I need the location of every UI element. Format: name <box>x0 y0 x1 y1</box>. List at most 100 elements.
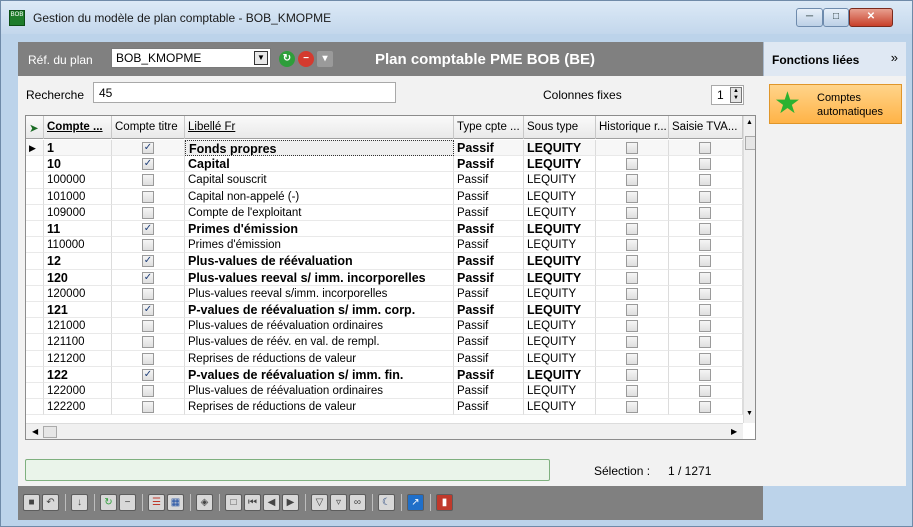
sous-type-cell[interactable]: LEQUITY <box>524 188 596 205</box>
historique-checkbox[interactable] <box>626 158 638 171</box>
accounts-grid[interactable]: ➤ Compte ... Compte titre Libellé Fr Typ… <box>25 115 756 440</box>
type-cell[interactable]: Passif <box>454 318 524 335</box>
sous-type-cell[interactable]: LEQUITY <box>524 302 596 319</box>
historique-checkbox[interactable] <box>626 336 638 349</box>
type-cell[interactable]: Passif <box>454 350 524 367</box>
historique-cell[interactable] <box>596 399 669 416</box>
saisie-tva-cell[interactable] <box>669 156 743 173</box>
compte-cell[interactable]: 122 <box>44 366 112 383</box>
compte-titre-checkbox[interactable] <box>142 352 154 365</box>
type-cell[interactable]: Passif <box>454 269 524 286</box>
type-cell[interactable]: Passif <box>454 285 524 302</box>
compte-cell[interactable]: 122200 <box>44 399 112 416</box>
title-bar[interactable]: BOB Gestion du modèle de plan comptable … <box>1 1 912 34</box>
historique-checkbox[interactable] <box>626 142 638 154</box>
historique-checkbox[interactable] <box>626 223 638 235</box>
historique-cell[interactable] <box>596 156 669 173</box>
type-cell[interactable]: Passif <box>454 366 524 383</box>
next-record-icon[interactable]: ▶ <box>282 494 299 511</box>
scroll-left-icon[interactable]: ◀ <box>32 427 38 436</box>
header-libelle[interactable]: Libellé Fr <box>185 116 454 139</box>
historique-cell[interactable] <box>596 285 669 302</box>
libelle-cell[interactable]: Plus-values de réévaluation <box>185 253 454 270</box>
saisie-tva-checkbox[interactable] <box>699 190 711 203</box>
sous-type-cell[interactable]: LEQUITY <box>524 318 596 335</box>
compte-cell[interactable]: 109000 <box>44 204 112 221</box>
saisie-tva-cell[interactable] <box>669 172 743 189</box>
historique-checkbox[interactable] <box>626 206 638 219</box>
historique-cell[interactable] <box>596 237 669 254</box>
saisie-tva-checkbox[interactable] <box>699 239 711 252</box>
compte-titre-checkbox[interactable]: ✓ <box>142 368 154 381</box>
saisie-tva-checkbox[interactable] <box>699 336 711 349</box>
compte-cell[interactable]: 101000 <box>44 188 112 205</box>
historique-cell[interactable] <box>596 188 669 205</box>
compte-titre-cell[interactable]: ✓ <box>112 156 185 173</box>
sous-type-cell[interactable]: LEQUITY <box>524 269 596 286</box>
compte-titre-cell[interactable]: ✓ <box>112 366 185 383</box>
compte-cell[interactable]: 110000 <box>44 237 112 254</box>
type-cell[interactable]: Passif <box>454 172 524 189</box>
saisie-tva-cell[interactable] <box>669 221 743 238</box>
compte-titre-cell[interactable]: ✓ <box>112 269 185 286</box>
saisie-tva-cell[interactable] <box>669 285 743 302</box>
compte-titre-cell[interactable] <box>112 399 185 416</box>
saisie-tva-checkbox[interactable] <box>699 320 711 333</box>
historique-checkbox[interactable] <box>626 385 638 397</box>
historique-checkbox[interactable] <box>626 368 638 381</box>
historique-cell[interactable] <box>596 318 669 335</box>
compte-titre-cell[interactable] <box>112 383 185 400</box>
close-button[interactable]: ✕ <box>849 8 893 27</box>
compte-titre-checkbox[interactable]: ✓ <box>142 158 154 171</box>
maximize-button[interactable]: □ <box>823 8 849 27</box>
type-cell[interactable]: Passif <box>454 140 524 157</box>
compte-titre-checkbox[interactable]: ✓ <box>142 304 154 316</box>
saisie-tva-checkbox[interactable] <box>699 287 711 300</box>
saisie-tva-checkbox[interactable] <box>699 271 711 284</box>
search-input[interactable]: 45 <box>93 82 396 103</box>
eraser-icon[interactable]: ◈ <box>196 494 213 511</box>
compte-cell[interactable]: 11 <box>44 221 112 238</box>
libelle-cell[interactable]: P-values de réévaluation s/ imm. fin. <box>185 366 454 383</box>
table-row[interactable]: ▶ 1 ✓ Fonds propres Passif LEQUITY <box>26 140 743 157</box>
compte-cell[interactable]: 1 <box>44 140 112 157</box>
list-icon[interactable]: ☰ <box>148 494 165 511</box>
saisie-tva-cell[interactable] <box>669 366 743 383</box>
table-row[interactable]: 121000 Plus-values de réévaluation ordina… <box>26 318 743 335</box>
cancel-bottom-icon[interactable]: − <box>119 494 136 511</box>
table-row[interactable]: 110000 Primes d'émission Passif LEQUITY <box>26 237 743 254</box>
type-cell[interactable]: Passif <box>454 383 524 400</box>
historique-cell[interactable] <box>596 221 669 238</box>
compte-cell[interactable]: 122000 <box>44 383 112 400</box>
sous-type-cell[interactable]: LEQUITY <box>524 172 596 189</box>
saisie-tva-cell[interactable] <box>669 237 743 254</box>
compte-titre-checkbox[interactable]: ✓ <box>142 223 154 235</box>
minimize-button[interactable]: ─ <box>796 8 823 27</box>
type-cell[interactable]: Passif <box>454 253 524 270</box>
table-row[interactable]: 122200 Reprises de réductions de valeur Pa… <box>26 399 743 416</box>
compte-titre-cell[interactable]: ✓ <box>112 140 185 157</box>
compte-titre-checkbox[interactable]: ✓ <box>142 142 154 154</box>
header-saisie-tva[interactable]: Saisie TVA... <box>669 116 743 139</box>
chevron-down-icon[interactable]: ▼ <box>254 51 268 65</box>
refresh-bottom-icon[interactable]: ↻ <box>100 494 117 511</box>
type-cell[interactable]: Passif <box>454 188 524 205</box>
table-row[interactable]: 101000 Capital non-appelé (-) Passif LEQUIT… <box>26 188 743 205</box>
compte-cell[interactable]: 120 <box>44 269 112 286</box>
libelle-cell[interactable]: Capital non-appelé (-) <box>185 188 454 205</box>
type-cell[interactable]: Passif <box>454 334 524 351</box>
compte-cell[interactable]: 100000 <box>44 172 112 189</box>
saisie-tva-cell[interactable] <box>669 253 743 270</box>
type-cell[interactable]: Passif <box>454 399 524 416</box>
historique-checkbox[interactable] <box>626 352 638 365</box>
table-row[interactable]: 10 ✓ Capital Passif LEQUITY <box>26 156 743 173</box>
grid-view-icon[interactable]: ▦ <box>167 494 184 511</box>
libelle-cell[interactable]: Capital souscrit <box>185 172 454 189</box>
table-row[interactable]: 100000 Capital souscrit Passif LEQUITY <box>26 172 743 189</box>
libelle-cell[interactable]: Plus-values de réév. en val. de rempl. <box>185 334 454 351</box>
historique-cell[interactable] <box>596 172 669 189</box>
libelle-cell[interactable]: Fonds propres <box>185 140 454 157</box>
historique-checkbox[interactable] <box>626 287 638 300</box>
pin-bottom-icon[interactable]: ↓ <box>71 494 88 511</box>
libelle-cell[interactable]: Primes d'émission <box>185 221 454 238</box>
